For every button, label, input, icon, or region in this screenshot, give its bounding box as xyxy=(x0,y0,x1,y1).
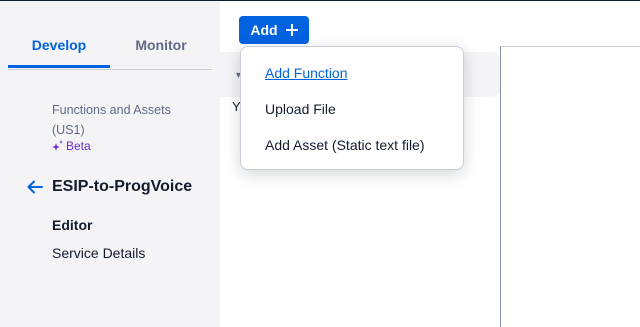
tab-monitor[interactable]: Monitor xyxy=(110,23,212,67)
menu-item-add-asset[interactable]: Add Asset (Static text file) xyxy=(265,136,425,154)
app-root: Develop Monitor Functions and Assets (US… xyxy=(0,0,640,327)
tab-develop[interactable]: Develop xyxy=(8,23,110,68)
menu-item-upload-file[interactable]: Upload File xyxy=(265,100,336,118)
service-name: ESIP-to-ProgVoice xyxy=(52,178,193,195)
plus-icon xyxy=(285,24,298,36)
beta-label: Beta xyxy=(66,139,91,153)
menu-item-add-function[interactable]: Add Function xyxy=(265,64,348,82)
nav-service-details[interactable]: Service Details xyxy=(52,244,145,262)
nav-editor[interactable]: Editor xyxy=(52,216,92,234)
arrow-left-icon[interactable] xyxy=(26,178,44,196)
editor-panel[interactable] xyxy=(500,46,640,327)
sidebar: Develop Monitor Functions and Assets (US… xyxy=(0,1,220,327)
beta-badge: Beta xyxy=(52,138,91,154)
section-title: Functions and Assets (US1) xyxy=(52,103,171,137)
add-menu: Add Function Upload File Add Asset (Stat… xyxy=(240,46,464,170)
add-button-label: Add xyxy=(250,22,278,38)
add-button[interactable]: Add xyxy=(239,16,309,44)
sparkle-icon xyxy=(52,140,63,151)
sidebar-tabs: Develop Monitor xyxy=(8,23,212,70)
